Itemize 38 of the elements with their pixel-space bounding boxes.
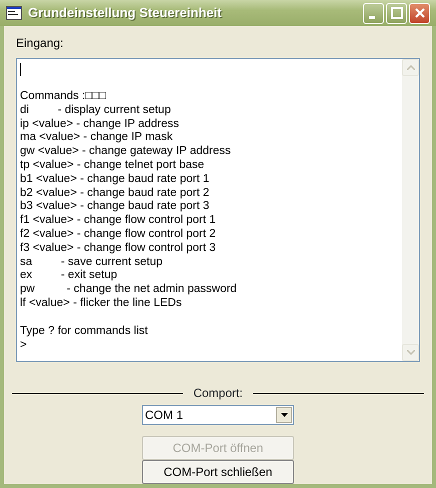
- console-line: gw <value> - change gateway IP address: [20, 145, 232, 159]
- console-line: b1 <value> - change baud rate port 1: [20, 172, 210, 187]
- console-line: f1 <value> - change flow control port 1: [20, 214, 217, 228]
- maximize-icon: [390, 7, 402, 19]
- caret-icon: [280, 413, 288, 417]
- console-line: ex - exit setup: [20, 269, 118, 284]
- console-line: f3 <value> - change flow control port 3: [20, 242, 217, 256]
- text-cursor: [20, 63, 22, 76]
- console-line: lf <value> - flicker the line LEDs: [20, 296, 183, 311]
- app-icon: [6, 6, 22, 20]
- scroll-down-button[interactable]: [402, 344, 419, 361]
- console-line: Type ? for commands list: [20, 324, 149, 339]
- console-line: Commands :□□□: [20, 90, 108, 104]
- console-line: b3 <value> - change baud rate port 3: [20, 200, 210, 214]
- minimize-icon: [368, 16, 374, 18]
- console-line: sa - save current setup: [20, 256, 164, 270]
- close-icon: [414, 7, 426, 19]
- scrollbar[interactable]: [402, 59, 419, 361]
- console-line: ma <value> - change IP mask: [20, 131, 174, 146]
- console-line: tp <value> - change telnet port base: [20, 158, 206, 173]
- dropdown-value: COM 1: [145, 407, 184, 424]
- dropdown-button[interactable]: [276, 407, 292, 423]
- window-title: Grundeinstellung Steuereinheit: [28, 4, 223, 22]
- input-label: Eingang:: [16, 36, 64, 50]
- console-line: ip <value> - change IP address: [20, 118, 180, 132]
- minimize-button[interactable]: [363, 2, 384, 24]
- comport-dropdown[interactable]: COM 1: [142, 405, 294, 425]
- console-line: >: [20, 338, 28, 352]
- close-button[interactable]: [409, 2, 430, 24]
- console-line: b2 <value> - change baud rate port 2: [20, 186, 210, 200]
- port-button[interactable]: COM-Port schließen: [142, 460, 294, 484]
- maximize-button[interactable]: [386, 2, 407, 24]
- console-line: f2 <value> - change flow control port 2: [20, 228, 217, 242]
- console-line: di - display current setup: [20, 104, 172, 118]
- console-output[interactable]: [16, 58, 420, 362]
- console-line: pw - change the net admin password: [20, 283, 238, 297]
- comport-label: Comport:: [193, 385, 243, 402]
- scroll-up-button[interactable]: [402, 59, 419, 76]
